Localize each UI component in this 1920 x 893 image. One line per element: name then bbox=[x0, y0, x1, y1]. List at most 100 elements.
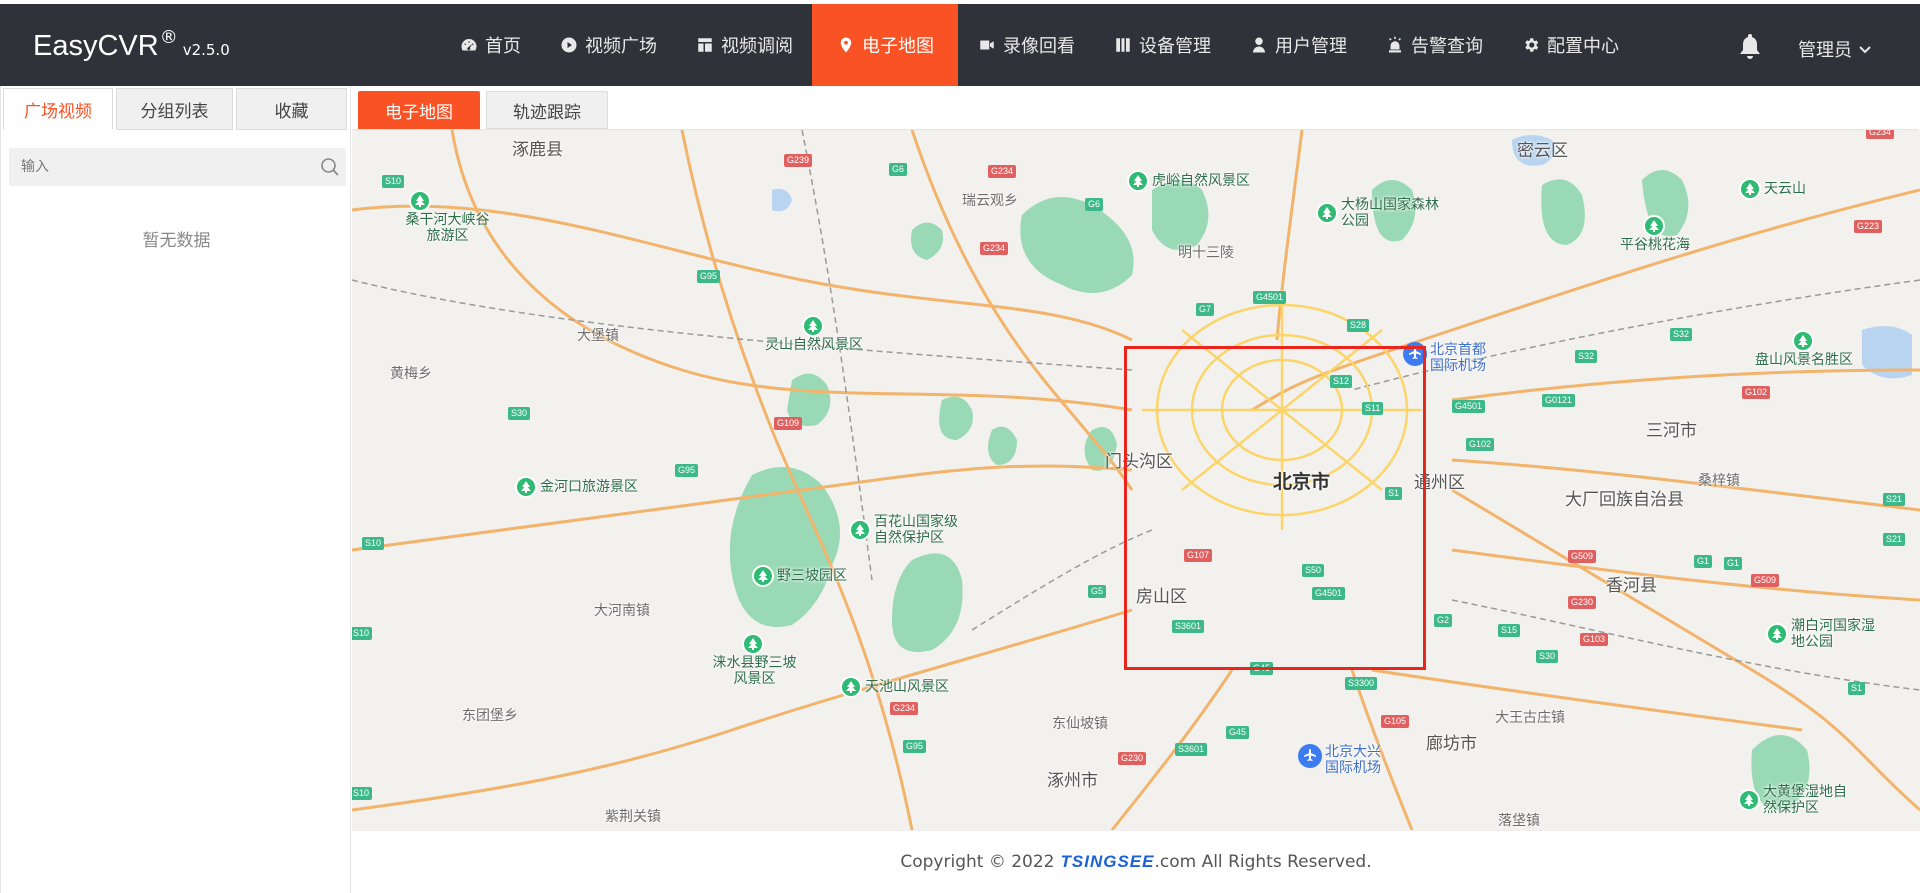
nav-item-alarm-query[interactable]: 告警查询 bbox=[1366, 4, 1502, 86]
tab-trajectory-tracking[interactable]: 轨迹跟踪 bbox=[486, 91, 608, 129]
place-label: 瑞云观乡 bbox=[962, 193, 1018, 209]
nav-item-video-browse[interactable]: 视频调阅 bbox=[676, 4, 812, 86]
highway-shield: G109 bbox=[774, 417, 803, 430]
place-label: 明十三陵 bbox=[1178, 245, 1234, 261]
scenic-label: 百花山国家级自然保护区 bbox=[874, 514, 958, 546]
highway-shield: S10 bbox=[362, 537, 385, 550]
nav-label: 首页 bbox=[485, 36, 521, 57]
empty-state-text: 暂无数据 bbox=[142, 231, 211, 251]
main-tabs: 电子地图 轨迹跟踪 bbox=[358, 91, 614, 129]
scenic-pin[interactable]: 潮白河国家湿地公园 bbox=[1766, 618, 1886, 650]
highway-shield: G4501 bbox=[1253, 291, 1287, 304]
highway-shield: G102 bbox=[1466, 438, 1495, 451]
scenic-pin[interactable]: 灵山自然风景区 bbox=[762, 315, 863, 353]
nav-item-video-plaza[interactable]: 视频广场 bbox=[540, 4, 676, 86]
footer: Copyright © 2022 TSINGSEE .com All Right… bbox=[352, 830, 1920, 893]
play-circle-icon bbox=[559, 35, 579, 55]
search-input[interactable] bbox=[9, 148, 346, 186]
search-icon[interactable] bbox=[320, 157, 340, 177]
highway-shield: G95 bbox=[697, 270, 721, 283]
scenic-pin[interactable]: 大黄堡湿地自然保护区 bbox=[1738, 784, 1858, 816]
tree-icon bbox=[1791, 330, 1814, 352]
scenic-pin[interactable]: 大杨山国家森林公园 bbox=[1316, 197, 1451, 229]
airport-pin[interactable]: 北京大兴国际机场 bbox=[1298, 744, 1390, 776]
copyright-suffix: .com All Rights Reserved. bbox=[1154, 852, 1372, 872]
place-label: 大王古庄镇 bbox=[1495, 710, 1565, 726]
highway-shield: G103 bbox=[1580, 633, 1609, 646]
map-view[interactable]: 涿鹿县 瑞云观乡 密云区 大堡镇 黄梅乡 门头沟区 通州区 三河市 大厂回族自治… bbox=[352, 130, 1920, 830]
selection-rectangle[interactable] bbox=[1124, 346, 1426, 670]
scenic-pin[interactable]: 涞水县野三坡风景区 bbox=[704, 633, 802, 687]
highway-shield: G509 bbox=[1751, 574, 1780, 587]
tree-icon bbox=[840, 676, 862, 698]
scenic-label: 潮白河国家湿地公园 bbox=[1791, 618, 1875, 650]
place-label: 廊坊市 bbox=[1426, 734, 1477, 754]
highway-shield: G95 bbox=[675, 464, 699, 477]
gear-icon bbox=[1521, 35, 1541, 55]
scenic-pin[interactable]: 桑干河大峡谷旅游区 bbox=[397, 190, 495, 244]
place-label: 东仙坡镇 bbox=[1052, 716, 1108, 732]
scenic-label: 大杨山国家森林公园 bbox=[1341, 197, 1439, 229]
tab-electronic-map[interactable]: 电子地图 bbox=[358, 91, 480, 129]
scenic-pin[interactable]: 野三坡园区 bbox=[752, 565, 847, 587]
highway-shield: S10 bbox=[352, 627, 373, 640]
nav-item-playback[interactable]: 录像回看 bbox=[958, 4, 1094, 86]
map-pin-icon bbox=[836, 35, 856, 55]
scenic-label: 平谷桃花海 bbox=[1620, 237, 1690, 253]
highway-shield: G1 bbox=[1724, 557, 1743, 570]
highway-shield: S10 bbox=[352, 787, 373, 800]
tsingsee-logo[interactable]: TSINGSEE bbox=[1061, 852, 1155, 872]
scenic-pin[interactable]: 虎峪自然风景区 bbox=[1127, 170, 1250, 192]
tree-icon bbox=[1766, 623, 1788, 645]
nav-item-home[interactable]: 首页 bbox=[440, 4, 540, 86]
scenic-pin[interactable]: 百花山国家级自然保护区 bbox=[849, 514, 969, 546]
tab-group-list[interactable]: 分组列表 bbox=[116, 88, 233, 130]
scenic-label: 天池山风景区 bbox=[865, 679, 949, 695]
highway-shield: S3601 bbox=[1175, 743, 1208, 756]
scenic-pin[interactable]: 天池山风景区 bbox=[840, 676, 949, 698]
highway-shield: S21 bbox=[1883, 493, 1906, 506]
nav-item-user-management[interactable]: 用户管理 bbox=[1230, 4, 1366, 86]
dashboard-icon bbox=[459, 35, 479, 55]
scenic-pin[interactable]: 盘山风景名胜区 bbox=[1752, 330, 1853, 368]
scenic-pin[interactable]: 平谷桃花海 bbox=[1617, 215, 1690, 253]
airplane-icon bbox=[1298, 744, 1322, 768]
nav-label: 视频广场 bbox=[585, 36, 657, 57]
nav-label: 录像回看 bbox=[1003, 36, 1075, 57]
scenic-pin[interactable]: 金河口旅游景区 bbox=[515, 476, 638, 498]
highway-shield: G234 bbox=[1866, 130, 1895, 139]
layout-icon bbox=[695, 35, 715, 55]
scenic-label: 金河口旅游景区 bbox=[540, 479, 638, 495]
highway-shield: S32 bbox=[1575, 350, 1598, 363]
copyright-text: Copyright © 2022 bbox=[900, 852, 1055, 872]
highway-shield: G102 bbox=[1742, 386, 1771, 399]
user-menu[interactable]: 管理员 bbox=[1798, 36, 1872, 62]
highway-shield: G234 bbox=[988, 165, 1017, 178]
highway-shield: S32 bbox=[1670, 328, 1693, 341]
tree-icon bbox=[1642, 215, 1665, 237]
bell-icon[interactable] bbox=[1738, 34, 1762, 60]
chevron-down-icon bbox=[1859, 46, 1871, 54]
highway-shield: S30 bbox=[1536, 650, 1559, 663]
tab-plaza-video[interactable]: 广场视频 bbox=[3, 88, 114, 130]
highway-shield: G239 bbox=[784, 154, 813, 167]
tree-icon bbox=[849, 519, 871, 541]
highway-shield: G509 bbox=[1568, 550, 1597, 563]
scenic-pin[interactable]: 天云山 bbox=[1739, 178, 1806, 200]
highway-shield: S30 bbox=[508, 407, 531, 420]
tree-icon bbox=[1739, 178, 1761, 200]
highway-shield: S10 bbox=[382, 175, 405, 188]
sidebar-tabs: 广场视频 分组列表 收藏 bbox=[1, 86, 350, 130]
scenic-label: 天云山 bbox=[1764, 181, 1806, 197]
top-navbar: EasyCVR ® v2.5.0 首页 视频广场 视频调阅 电子地图 录像回看 … bbox=[0, 0, 1920, 86]
highway-shield: S28 bbox=[1347, 319, 1370, 332]
nav-item-device-management[interactable]: 设备管理 bbox=[1094, 4, 1230, 86]
brand-logo[interactable]: EasyCVR ® v2.5.0 bbox=[33, 27, 230, 63]
tree-icon bbox=[1738, 789, 1760, 811]
nav-item-e-map[interactable]: 电子地图 bbox=[812, 4, 958, 86]
scenic-label: 桑干河大峡谷旅游区 bbox=[405, 212, 490, 244]
tab-favorites[interactable]: 收藏 bbox=[236, 88, 348, 130]
nav-item-config-center[interactable]: 配置中心 bbox=[1502, 4, 1638, 86]
registered-mark: ® bbox=[159, 27, 178, 48]
place-label: 密云区 bbox=[1517, 141, 1568, 161]
